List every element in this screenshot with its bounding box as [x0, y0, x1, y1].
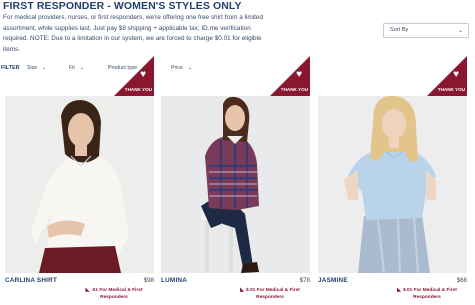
heart-icon[interactable]: ♥ — [140, 70, 146, 80]
chevron-down-icon: ⌄ — [187, 65, 193, 71]
thank-you-badge: ♥ THANK YOU — [114, 56, 154, 96]
product-name[interactable]: JASMINE — [318, 277, 348, 284]
promo-line-2: Responders — [100, 295, 128, 301]
promo-text: ◣ .01 For Medical & First Responders — [74, 287, 154, 302]
heart-icon[interactable]: ♥ — [453, 70, 459, 80]
tag-icon: ◣ — [240, 287, 244, 293]
product-image[interactable] — [318, 96, 467, 273]
product-image[interactable] — [161, 96, 310, 273]
filter-fit[interactable]: Fit ⌄ — [69, 65, 84, 71]
promo-text: ◣ $.01 For Medical & First Responders — [230, 287, 310, 302]
product-name[interactable]: LUMINA — [161, 277, 187, 284]
product-image[interactable] — [5, 96, 154, 273]
chevron-down-icon: ⌄ — [42, 65, 47, 71]
sort-dropdown[interactable]: Sort By ⌄ — [383, 23, 469, 38]
product-price: $98 — [143, 277, 154, 284]
badge-label: THANK YOU — [124, 87, 152, 92]
filter-size-label: Size — [27, 65, 38, 71]
badge-label: THANK YOU — [437, 87, 465, 92]
tag-icon: ◣ — [397, 287, 401, 293]
thank-you-badge: ♥ THANK YOU — [270, 56, 310, 96]
promo-line-1: $.01 For Medical & First — [403, 288, 457, 293]
page-description: For medical providers, nurses, or first … — [3, 14, 264, 54]
filter-label: FILTER — [1, 65, 20, 71]
page-title: FIRST RESPONDER - WOMEN'S STYLES ONLY — [3, 0, 242, 12]
badge-label: THANK YOU — [280, 87, 308, 92]
heart-icon[interactable]: ♥ — [296, 70, 302, 80]
chevron-down-icon: ⌄ — [79, 65, 84, 71]
thank-you-badge: ♥ THANK YOU — [427, 56, 467, 96]
filter-size[interactable]: Size ⌄ — [27, 65, 46, 71]
filter-bar: FILTER Size ⌄ Fit ⌄ Product type ⌄ Price ⌄ — [1, 62, 471, 74]
filter-fit-label: Fit — [69, 65, 75, 71]
tag-icon: ◣ — [85, 287, 90, 293]
promo-line-1: .01 For Medical & First — [91, 288, 143, 293]
sort-label: Sort By — [390, 27, 409, 33]
promo-line-1: $.01 For Medical & First — [246, 288, 300, 293]
filter-price-label: Price — [171, 65, 183, 71]
product-name[interactable]: CARLINA SHIRT — [5, 277, 57, 284]
chevron-down-icon: ⌄ — [457, 28, 463, 34]
filter-price[interactable]: Price ⌄ — [171, 65, 192, 71]
promo-line-2: Responders — [413, 295, 441, 301]
promo-line-2: Responders — [256, 295, 284, 301]
product-price: $78 — [299, 277, 310, 284]
promo-text: ◣ $.01 For Medical & First Responders — [387, 287, 467, 302]
product-price: $68 — [456, 277, 467, 284]
